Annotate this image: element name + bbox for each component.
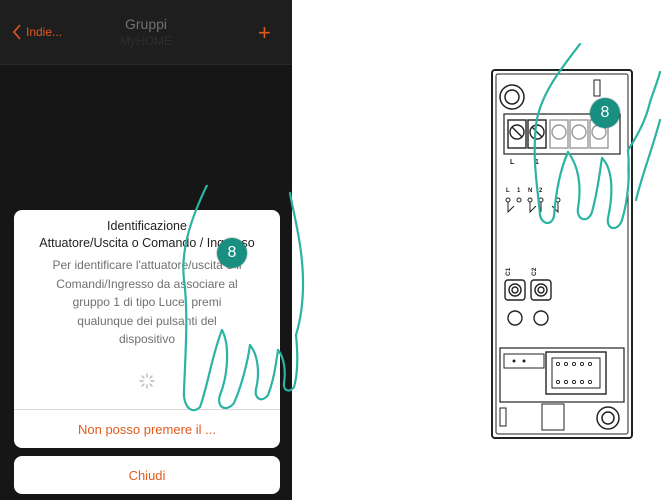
pointing-hand-icon <box>533 42 662 230</box>
page-title: Gruppi <box>124 16 168 32</box>
step-badge: 8 <box>217 238 247 268</box>
button-label: C1 <box>505 267 512 276</box>
page-subtitle: MyHOME <box>120 34 172 48</box>
step-badge: 8 <box>590 98 620 128</box>
terminal-label: L <box>510 159 515 166</box>
contact-label: L <box>506 188 510 194</box>
pointing-hand-icon <box>182 185 305 412</box>
navigation-bar: Indie... Gruppi MyHOME + <box>0 0 292 65</box>
close-button[interactable]: Chiudi <box>14 456 280 494</box>
add-button[interactable]: + <box>258 22 271 44</box>
